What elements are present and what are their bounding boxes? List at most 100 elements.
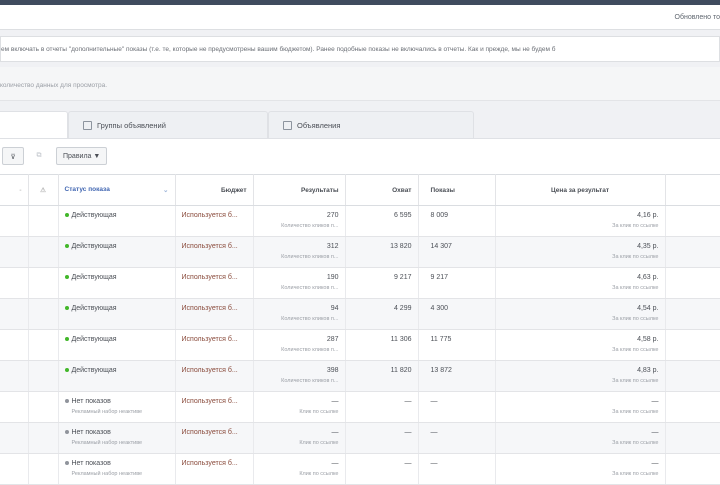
status-dot [64, 368, 69, 373]
impressions-cell: — [418, 422, 496, 454]
ads-icon [283, 121, 292, 130]
rules-dropdown[interactable]: Правила ▼ [56, 147, 108, 165]
cost-subtext: За клик по ссылке [612, 378, 659, 384]
results-cell: 94 Количество кликов п... [253, 298, 346, 330]
tab-ad-sets[interactable]: Группы объявлений [68, 111, 268, 138]
row-toggle[interactable] [28, 298, 59, 330]
campaign-table: - ⚠ Статус показа ⌄ Бюджет Результаты Охв… [0, 174, 720, 485]
results-cell: 312 Количество кликов п... [253, 236, 346, 268]
table-row[interactable]: Действующая Используется б... 270 Количес… [0, 205, 720, 237]
column-budget[interactable]: Бюджет [175, 174, 254, 206]
header: Обновлено то [0, 5, 720, 30]
results-subtext: Количество кликов п... [281, 378, 339, 384]
results-subtext: Количество кликов п... [281, 316, 339, 322]
info-bar: количество данных для просмотра. [0, 67, 720, 101]
reach-cell: 6 595 [345, 205, 419, 237]
spacer-cell [665, 391, 720, 423]
impressions-cell: 4 300 [418, 298, 496, 330]
column-impressions[interactable]: Показы [418, 174, 496, 206]
column-reach[interactable]: Охват [345, 174, 419, 206]
table-row[interactable]: Действующая Используется б... 312 Количес… [0, 236, 720, 268]
tag-icon[interactable]: ⧉ [29, 147, 49, 165]
warning-icon: ⚠ [28, 174, 59, 206]
budget-cell: Используется б... [175, 205, 254, 237]
table-row[interactable]: Действующая Используется б... 398 Количес… [0, 360, 720, 392]
results-value: 270 [326, 212, 339, 219]
cost-value: — [651, 398, 659, 405]
cost-cell: 4,58 р. За клик по ссылке [495, 329, 666, 361]
spacer-cell [665, 298, 720, 330]
column-spacer [665, 174, 720, 206]
row-checkbox[interactable] [0, 236, 29, 268]
spacer-cell [665, 205, 720, 237]
ad-sets-icon [83, 121, 92, 130]
status-cell: Действующая [58, 360, 176, 392]
status-cell: Действующая [58, 267, 176, 299]
row-checkbox[interactable] [0, 298, 29, 330]
status-dot [64, 430, 69, 435]
column-status[interactable]: Статус показа ⌄ [58, 174, 176, 206]
results-value: — [331, 398, 339, 405]
reach-cell: 11 306 [345, 329, 419, 361]
row-checkbox[interactable] [0, 205, 29, 237]
budget-cell: Используется б... [175, 236, 254, 268]
results-cell: 398 Количество кликов п... [253, 360, 346, 392]
row-checkbox[interactable] [0, 391, 29, 423]
tab-campaigns[interactable] [0, 111, 68, 138]
results-value: — [331, 429, 339, 436]
notice-banner: ем включать в отчеты "дополнительные" по… [0, 36, 720, 62]
status-dot [64, 275, 69, 280]
row-checkbox[interactable] [0, 360, 29, 392]
table-row[interactable]: Действующая Используется б... 94 Количест… [0, 298, 720, 330]
row-toggle[interactable] [28, 360, 59, 392]
status-text: Действующая [71, 243, 117, 250]
status-dot [64, 306, 69, 311]
row-checkbox[interactable] [0, 267, 29, 299]
table-row[interactable]: Нет показов Рекламный набор неактиве Испо… [0, 391, 720, 423]
status-dot [64, 337, 69, 342]
budget-cell: Используется б... [175, 360, 254, 392]
row-toggle[interactable] [28, 205, 59, 237]
impressions-cell: 9 217 [418, 267, 496, 299]
status-cell: Действующая [58, 329, 176, 361]
cost-subtext: За клик по ссылке [612, 347, 659, 353]
budget-cell: Используется б... [175, 267, 254, 299]
row-toggle[interactable] [28, 329, 59, 361]
row-toggle[interactable] [28, 422, 59, 454]
tab-ads[interactable]: Объявления [268, 111, 474, 138]
table-row[interactable]: Действующая Используется б... 287 Количес… [0, 329, 720, 361]
results-cell: 270 Количество кликов п... [253, 205, 346, 237]
cost-subtext: За клик по ссылке [612, 223, 659, 229]
sort-column[interactable]: - [0, 174, 29, 206]
reach-cell: 11 820 [345, 360, 419, 392]
tab-label: Объявления [297, 121, 341, 130]
results-cell: — Клик по ссылке [253, 422, 346, 454]
cost-cell: 4,54 р. За клик по ссылке [495, 298, 666, 330]
results-subtext: Количество кликов п... [281, 285, 339, 291]
column-cost[interactable]: Цена за результат [495, 174, 666, 206]
results-subtext: Количество кликов п... [281, 254, 339, 260]
results-cell: 190 Количество кликов п... [253, 267, 346, 299]
cost-subtext: За клик по ссылке [612, 254, 659, 260]
status-text: Действующая [71, 212, 117, 219]
row-toggle[interactable] [28, 267, 59, 299]
row-checkbox[interactable] [0, 422, 29, 454]
row-toggle[interactable] [28, 391, 59, 423]
results-subtext: Количество кликов п... [281, 347, 339, 353]
column-results[interactable]: Результаты [253, 174, 346, 206]
column-label: Статус показа [64, 186, 110, 193]
sort-icon: ⌄ [163, 187, 169, 194]
impressions-cell: 13 872 [418, 360, 496, 392]
row-toggle[interactable] [28, 236, 59, 268]
table-row[interactable]: Действующая Используется б... 190 Количес… [0, 267, 720, 299]
results-value: 190 [326, 274, 339, 281]
status-subtext: Рекламный набор неактиве [71, 409, 143, 415]
row-checkbox[interactable] [0, 329, 29, 361]
results-subtext: Клик по ссылке [299, 471, 339, 477]
status-cell: Действующая [58, 298, 176, 330]
tab-label: Группы объявлений [97, 121, 166, 130]
cost-cell: 4,83 р. За клик по ссылке [495, 360, 666, 392]
table-row[interactable]: Нет показов Рекламный набор неактиве Испо… [0, 422, 720, 454]
ab-test-button[interactable]: ⊽ [2, 147, 24, 165]
status-text: Нет показов [71, 429, 111, 436]
